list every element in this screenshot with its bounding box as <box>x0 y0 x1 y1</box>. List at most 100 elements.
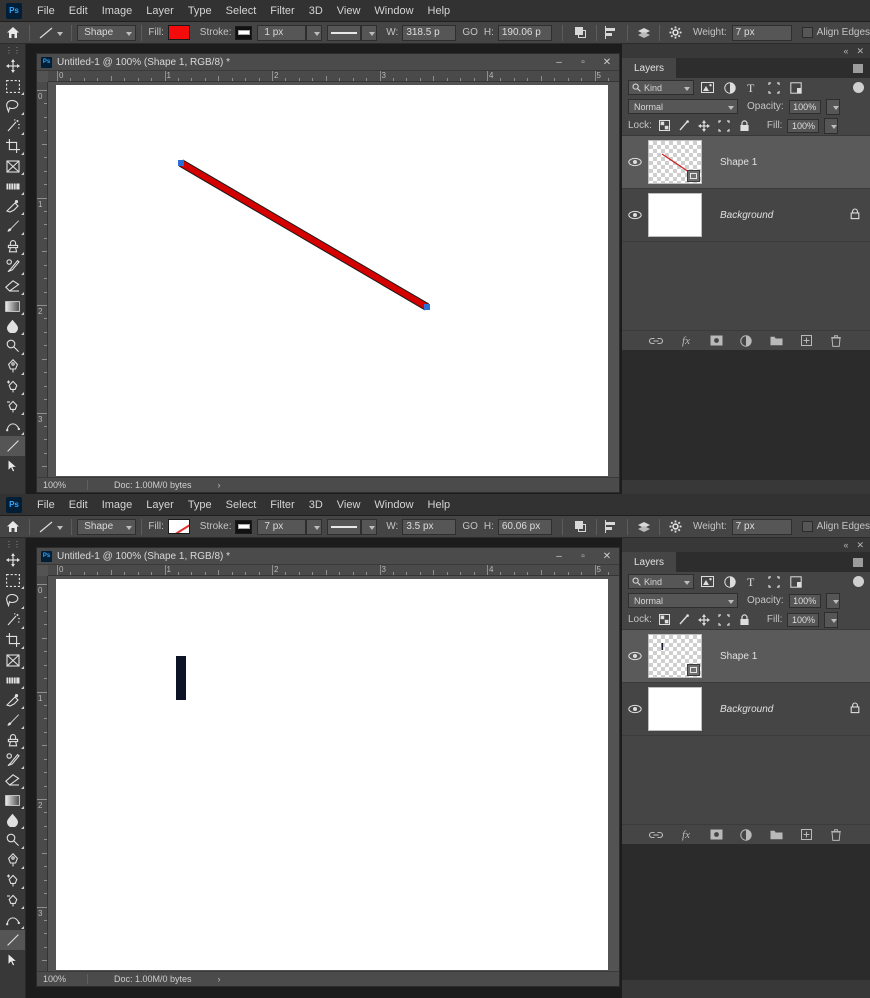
layer-mask-icon[interactable] <box>709 828 723 842</box>
canvas-top[interactable] <box>56 85 608 476</box>
weight-input[interactable]: 7 px <box>731 518 792 535</box>
lock-artboard-icon[interactable] <box>717 119 732 133</box>
tools-panel-grip[interactable]: ⋮⋮ <box>0 538 25 550</box>
active-tool-line-tool-icon[interactable] <box>34 25 66 41</box>
path-selection-tool-icon[interactable] <box>0 456 25 476</box>
minimize-button[interactable]: – <box>547 548 571 565</box>
quick-selection-tool-icon[interactable] <box>0 610 25 630</box>
delete-layer-icon[interactable] <box>829 828 843 842</box>
path-alignment-icon[interactable] <box>604 518 619 536</box>
smartobject-filter-icon[interactable] <box>787 80 804 95</box>
opacity-dropdown[interactable] <box>825 592 840 609</box>
layer-style-icon[interactable]: fx <box>679 828 693 842</box>
menu-edit[interactable]: Edit <box>62 496 95 514</box>
fill-color-swatch[interactable] <box>167 25 190 40</box>
align-edges-checkbox[interactable] <box>801 521 813 532</box>
blur-tool-icon[interactable] <box>0 810 25 830</box>
horizontal-ruler-top[interactable]: 0123456 <box>48 71 619 82</box>
new-layer-icon[interactable] <box>799 334 813 348</box>
smartobject-filter-icon[interactable] <box>787 574 804 589</box>
lock-position-icon[interactable] <box>697 119 712 133</box>
menu-help[interactable]: Help <box>421 496 458 514</box>
document-titlebar-top[interactable]: Ps Untitled-1 @ 100% (Shape 1, RGB/8) * … <box>37 54 619 71</box>
menu-window[interactable]: Window <box>367 496 420 514</box>
lock-image-icon[interactable] <box>677 613 692 627</box>
type-filter-icon[interactable]: T <box>743 574 760 589</box>
healing-brush-tool-icon[interactable] <box>0 690 25 710</box>
shape-height-input[interactable]: 60.06 px <box>497 518 552 535</box>
align-edges-checkbox-group[interactable]: Align Edges <box>801 521 870 532</box>
lock-all-icon[interactable] <box>737 119 752 133</box>
chevron-down-icon[interactable] <box>57 525 64 530</box>
brush-tool-icon[interactable] <box>0 710 25 730</box>
opacity-dropdown[interactable] <box>825 98 840 115</box>
dodge-tool-icon[interactable] <box>0 830 25 850</box>
move-tool-icon[interactable] <box>0 550 25 570</box>
lock-transparency-icon[interactable] <box>657 613 672 627</box>
stroke-color-swatch[interactable] <box>235 25 253 40</box>
menu-layer[interactable]: Layer <box>139 496 181 514</box>
layer-thumbnail[interactable] <box>648 140 702 184</box>
opacity-input[interactable]: 100% <box>788 99 821 114</box>
lasso-tool-icon[interactable] <box>0 96 25 116</box>
menu-select[interactable]: Select <box>219 2 264 20</box>
stroke-style-dropdown[interactable] <box>361 518 378 535</box>
weight-input[interactable]: 7 px <box>731 24 792 41</box>
delete-anchor-tool-icon[interactable] <box>0 890 25 910</box>
adjustment-layer-icon[interactable] <box>739 334 753 348</box>
fill-dropdown[interactable] <box>824 611 839 628</box>
collapse-panel-icon[interactable]: « <box>843 46 848 56</box>
maximize-button[interactable]: ▫ <box>571 54 595 71</box>
layer-visibility-icon[interactable] <box>622 704 648 714</box>
collapse-panel-icon[interactable]: « <box>843 540 848 550</box>
adjustment-filter-icon[interactable] <box>721 574 738 589</box>
geometry-options-icon[interactable] <box>668 518 683 536</box>
filter-enable-toggle[interactable] <box>853 82 864 93</box>
shape-height-input[interactable]: 190.06 p <box>497 24 552 41</box>
tools-panel-grip[interactable]: ⋮⋮ <box>0 44 25 56</box>
canvas-bottom[interactable] <box>56 579 608 970</box>
home-icon[interactable] <box>2 517 24 537</box>
table-row[interactable]: Shape 1 <box>622 630 870 683</box>
new-layer-icon[interactable] <box>799 828 813 842</box>
menu-edit[interactable]: Edit <box>62 2 95 20</box>
tab-layers[interactable]: Layers <box>622 58 678 78</box>
pen-tool-icon[interactable] <box>0 356 25 376</box>
frame-tool-icon[interactable] <box>0 650 25 670</box>
layer-visibility-icon[interactable] <box>622 157 648 167</box>
stroke-style-preview[interactable] <box>326 518 362 535</box>
menu-file[interactable]: File <box>30 496 62 514</box>
quick-selection-tool-icon[interactable] <box>0 116 25 136</box>
link-layers-icon[interactable] <box>649 334 663 348</box>
crop-tool-icon[interactable] <box>0 136 25 156</box>
delete-anchor-tool-icon[interactable] <box>0 396 25 416</box>
menu-help[interactable]: Help <box>421 2 458 20</box>
gradient-tool-icon[interactable] <box>0 790 25 810</box>
zoom-level[interactable]: 100% <box>37 480 87 490</box>
link-dimensions-icon[interactable]: GO <box>462 27 478 38</box>
layer-name[interactable]: Shape 1 <box>720 157 757 168</box>
layer-thumbnail[interactable] <box>648 193 702 237</box>
eyedropper-tool-icon[interactable] <box>0 670 25 690</box>
opacity-input[interactable]: 100% <box>788 593 821 608</box>
adjustment-layer-icon[interactable] <box>739 828 753 842</box>
geometry-options-icon[interactable] <box>668 24 683 42</box>
menu-layer[interactable]: Layer <box>139 2 181 20</box>
lock-all-icon[interactable] <box>737 613 752 627</box>
menu-view[interactable]: View <box>330 496 368 514</box>
new-group-icon[interactable] <box>769 828 783 842</box>
menu-type[interactable]: Type <box>181 496 219 514</box>
shape-filter-icon[interactable] <box>765 80 782 95</box>
layer-filter-kind-select[interactable]: Kind <box>628 574 694 589</box>
lock-image-icon[interactable] <box>677 119 692 133</box>
stroke-color-swatch[interactable] <box>235 519 253 534</box>
table-row[interactable]: Background <box>622 189 870 242</box>
move-tool-icon[interactable] <box>0 56 25 76</box>
tool-mode-select[interactable]: Shape <box>77 518 136 535</box>
fill-color-swatch[interactable] <box>167 519 190 534</box>
layer-thumbnail[interactable] <box>648 634 702 678</box>
frame-tool-icon[interactable] <box>0 156 25 176</box>
line-tool-icon[interactable] <box>0 930 25 950</box>
close-button[interactable]: ✕ <box>595 54 619 71</box>
panel-menu-icon[interactable] <box>853 58 870 78</box>
